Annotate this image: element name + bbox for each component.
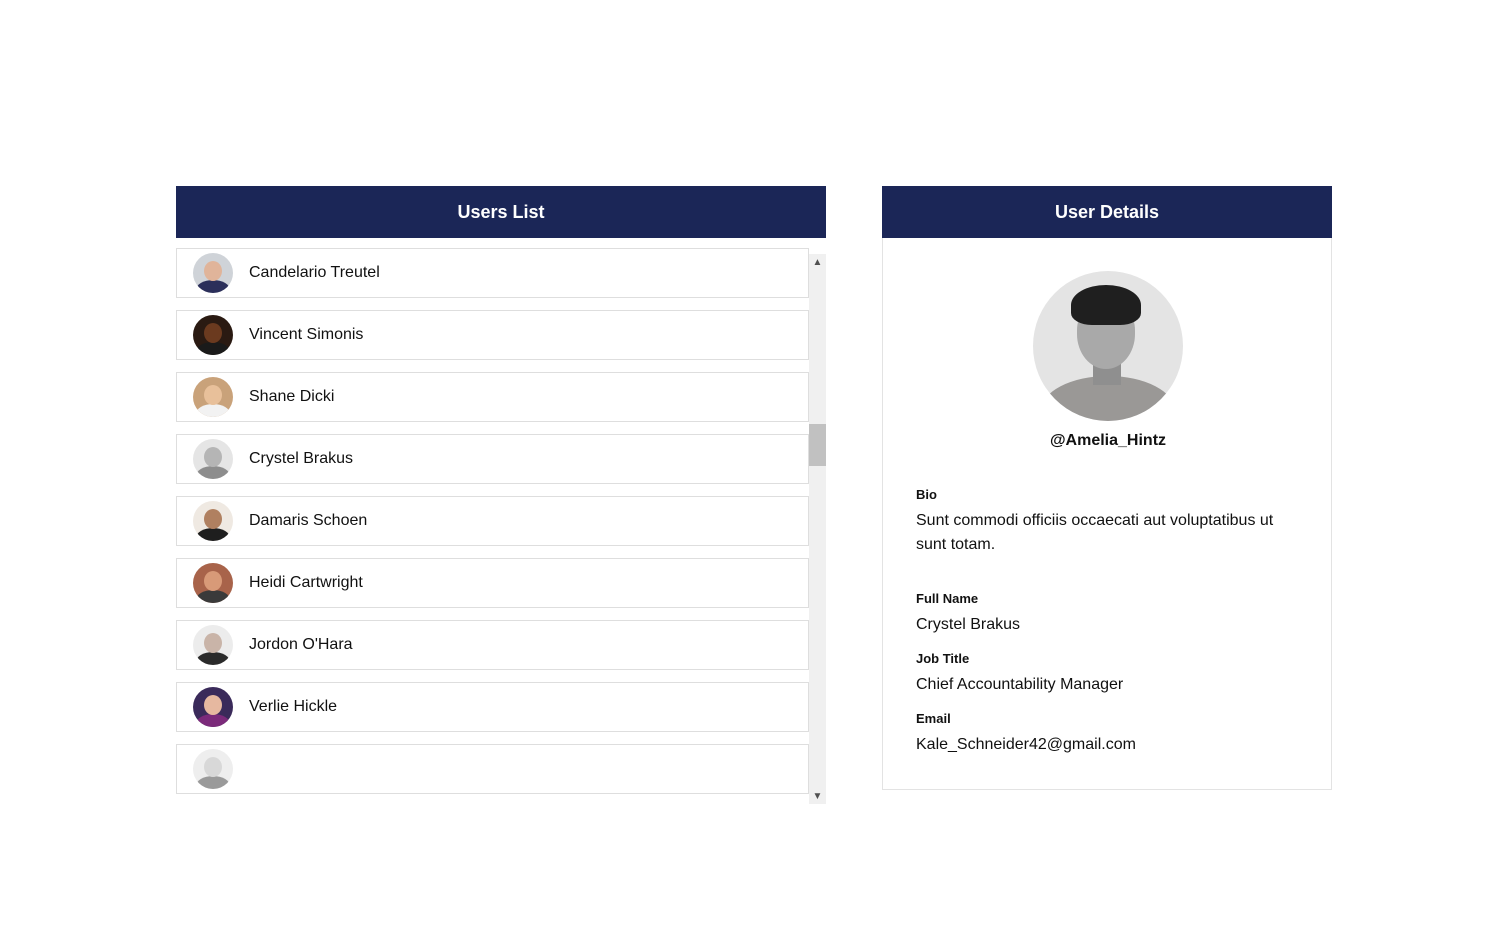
user-avatar bbox=[193, 625, 233, 665]
users-list[interactable]: Anastasia RohanCandelario TreutelVincent… bbox=[176, 238, 826, 804]
user-name: Crystel Brakus bbox=[249, 450, 354, 467]
user-list-item[interactable]: Crystel Brakus bbox=[176, 434, 809, 484]
email-label: Email bbox=[916, 711, 951, 726]
job-title-value: Chief Accountability Manager bbox=[916, 676, 1124, 693]
user-avatar bbox=[193, 253, 233, 293]
user-list-item[interactable] bbox=[176, 744, 809, 794]
user-avatar bbox=[193, 687, 233, 727]
chevron-up-icon[interactable]: ▲ bbox=[809, 254, 826, 270]
users-list-scrollbar[interactable]: ▲ ▼ bbox=[809, 254, 826, 804]
user-name: Shane Dicki bbox=[249, 388, 335, 405]
email-value: Kale_Schneider42@gmail.com bbox=[916, 736, 1136, 753]
user-name: Jordon O'Hara bbox=[249, 636, 353, 653]
user-list-item[interactable]: Jordon O'Hara bbox=[176, 620, 809, 670]
user-avatar bbox=[193, 749, 233, 789]
profile-avatar bbox=[1033, 271, 1183, 421]
bio-label: Bio bbox=[916, 487, 937, 502]
user-list-item[interactable]: Candelario Treutel bbox=[176, 248, 809, 298]
user-list-item[interactable]: Verlie Hickle bbox=[176, 682, 809, 732]
user-name: Vincent Simonis bbox=[249, 326, 364, 343]
profile-username: @Amelia_Hintz bbox=[1049, 432, 1167, 449]
user-details-header: User Details bbox=[882, 186, 1332, 238]
user-list-item[interactable]: Damaris Schoen bbox=[176, 496, 809, 546]
user-avatar bbox=[193, 501, 233, 541]
user-name: Heidi Cartwright bbox=[249, 574, 363, 591]
users-list-rows: Anastasia RohanCandelario TreutelVincent… bbox=[176, 238, 809, 804]
user-avatar bbox=[193, 315, 233, 355]
user-avatar bbox=[193, 439, 233, 479]
user-list-item[interactable]: Shane Dicki bbox=[176, 372, 809, 422]
job-title-label: Job Title bbox=[916, 651, 970, 666]
users-list-header: Users List bbox=[176, 186, 826, 238]
user-name: Candelario Treutel bbox=[249, 264, 380, 281]
user-list-item[interactable]: Vincent Simonis bbox=[176, 310, 809, 360]
user-avatar bbox=[193, 377, 233, 417]
bio-value: Sunt commodi officiis occaecati aut volu… bbox=[916, 512, 1274, 553]
user-details-title: User Details bbox=[1054, 201, 1160, 222]
user-details-card: @Amelia_Hintz Bio Sunt commodi officiis … bbox=[882, 238, 1332, 790]
user-list-item[interactable]: Heidi Cartwright bbox=[176, 558, 809, 608]
users-list-title: Users List bbox=[457, 201, 545, 222]
scrollbar-thumb[interactable] bbox=[809, 424, 826, 466]
full-name-label: Full Name bbox=[916, 591, 979, 606]
full-name-value: Crystel Brakus bbox=[916, 616, 1021, 633]
user-avatar bbox=[193, 563, 233, 603]
user-name: Damaris Schoen bbox=[249, 512, 368, 529]
user-name: Verlie Hickle bbox=[249, 698, 338, 715]
chevron-down-icon[interactable]: ▼ bbox=[809, 788, 826, 804]
